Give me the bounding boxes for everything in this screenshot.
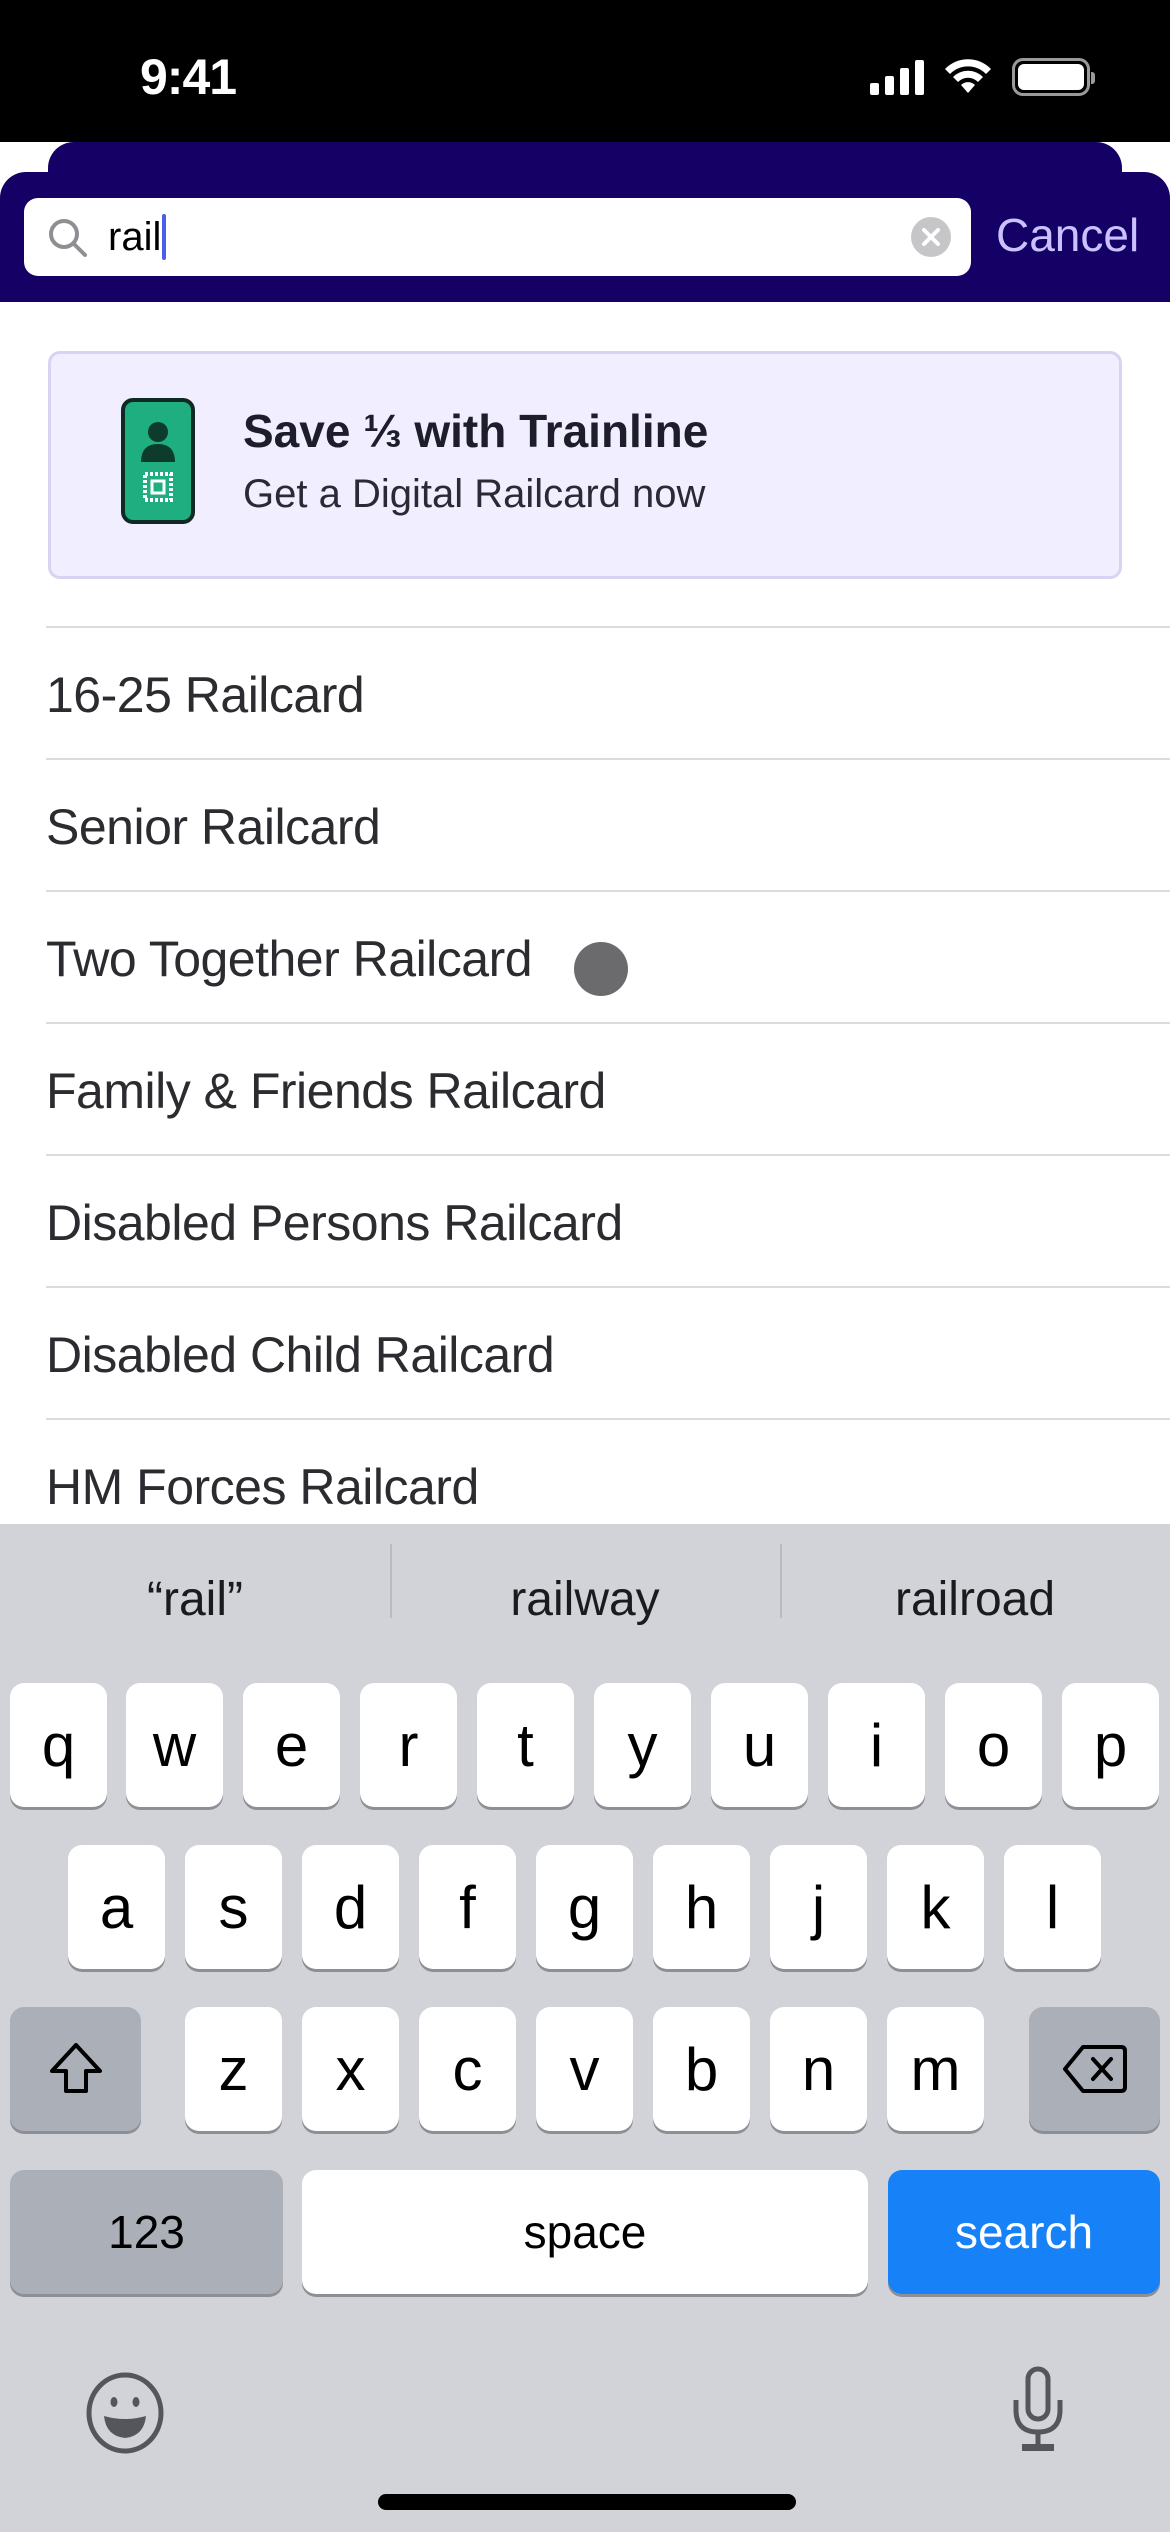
suggestion-item[interactable]: railway <box>390 1543 780 1627</box>
cancel-button[interactable]: Cancel <box>996 200 1139 270</box>
shift-icon <box>49 2043 102 2093</box>
list-item-label: Disabled Persons Railcard <box>46 1195 623 1251</box>
key-w[interactable]: w <box>126 1683 223 1807</box>
keyboard: “rail” railway railroad q w e r t y u i … <box>0 1524 1170 2532</box>
key-t[interactable]: t <box>477 1683 574 1807</box>
search-header: rail Cancel <box>0 172 1170 302</box>
list-item[interactable]: Disabled Persons Railcard <box>46 1154 1170 1286</box>
key-j[interactable]: j <box>770 1845 867 1969</box>
battery-icon <box>1012 58 1095 96</box>
key-o[interactable]: o <box>945 1683 1042 1807</box>
key-h[interactable]: h <box>653 1845 750 1969</box>
key-g[interactable]: g <box>536 1845 633 1969</box>
status-time: 9:41 <box>140 49 237 105</box>
key-y[interactable]: y <box>594 1683 691 1807</box>
key-i[interactable]: i <box>828 1683 925 1807</box>
key-m[interactable]: m <box>887 2007 984 2131</box>
space-key[interactable]: space <box>302 2170 868 2294</box>
key-q[interactable]: q <box>10 1683 107 1807</box>
key-p[interactable]: p <box>1062 1683 1159 1807</box>
list-item-label: 16-25 Railcard <box>46 667 365 723</box>
banner-title: Save ⅓ with Trainline <box>243 405 709 457</box>
key-r[interactable]: r <box>360 1683 457 1807</box>
clear-icon <box>922 228 940 246</box>
predictive-suggestions: “rail” railway railroad <box>0 1524 1170 1674</box>
search-input-value[interactable]: rail <box>108 214 167 260</box>
key-u[interactable]: u <box>711 1683 808 1807</box>
list-item-label: HM Forces Railcard <box>46 1459 479 1515</box>
key-v[interactable]: v <box>536 2007 633 2131</box>
key-x[interactable]: x <box>302 2007 399 2131</box>
numbers-key[interactable]: 123 <box>10 2170 283 2294</box>
key-d[interactable]: d <box>302 1845 399 1969</box>
key-s[interactable]: s <box>185 1845 282 1969</box>
key-f[interactable]: f <box>419 1845 516 1969</box>
status-icons <box>870 58 1095 96</box>
list-item[interactable]: 16-25 Railcard <box>46 626 1170 758</box>
banner-subtitle: Get a Digital Railcard now <box>243 472 706 516</box>
digital-railcard-icon <box>121 398 195 524</box>
key-n[interactable]: n <box>770 2007 867 2131</box>
search-key[interactable]: search <box>888 2170 1160 2294</box>
key-c[interactable]: c <box>419 2007 516 2131</box>
key-b[interactable]: b <box>653 2007 750 2131</box>
digital-railcard-banner[interactable]: Save ⅓ with Trainline Get a Digital Rail… <box>48 351 1122 579</box>
list-item[interactable]: Family & Friends Railcard <box>46 1022 1170 1154</box>
emoji-icon[interactable] <box>84 2372 166 2454</box>
cellular-signal-icon <box>870 59 924 95</box>
list-item[interactable]: Disabled Child Railcard <box>46 1286 1170 1418</box>
list-item[interactable]: Senior Railcard <box>46 758 1170 890</box>
railcard-results-list: 16-25 Railcard Senior Railcard Two Toget… <box>0 626 1170 1550</box>
search-input[interactable]: rail <box>24 198 971 276</box>
microphone-icon[interactable] <box>1010 2366 1066 2454</box>
text-caret <box>162 214 167 260</box>
key-l[interactable]: l <box>1004 1845 1101 1969</box>
suggestion-item[interactable]: railroad <box>780 1543 1170 1627</box>
list-item-label: Senior Railcard <box>46 799 381 855</box>
touch-indicator <box>574 942 628 996</box>
list-item-label: Two Together Railcard <box>46 931 533 987</box>
home-indicator <box>378 2494 796 2510</box>
key-z[interactable]: z <box>185 2007 282 2131</box>
clear-search-button[interactable] <box>911 217 951 257</box>
search-icon <box>49 219 87 257</box>
list-item-label: Disabled Child Railcard <box>46 1327 555 1383</box>
key-k[interactable]: k <box>887 1845 984 1969</box>
suggestion-item[interactable]: “rail” <box>0 1572 390 1627</box>
shift-key[interactable] <box>10 2007 141 2131</box>
key-a[interactable]: a <box>68 1845 165 1969</box>
status-bar: 9:41 <box>0 0 1170 142</box>
delete-key[interactable] <box>1029 2007 1160 2131</box>
wifi-icon <box>945 59 991 93</box>
list-item-label: Family & Friends Railcard <box>46 1063 606 1119</box>
delete-icon <box>1062 2045 1127 2093</box>
key-e[interactable]: e <box>243 1683 340 1807</box>
